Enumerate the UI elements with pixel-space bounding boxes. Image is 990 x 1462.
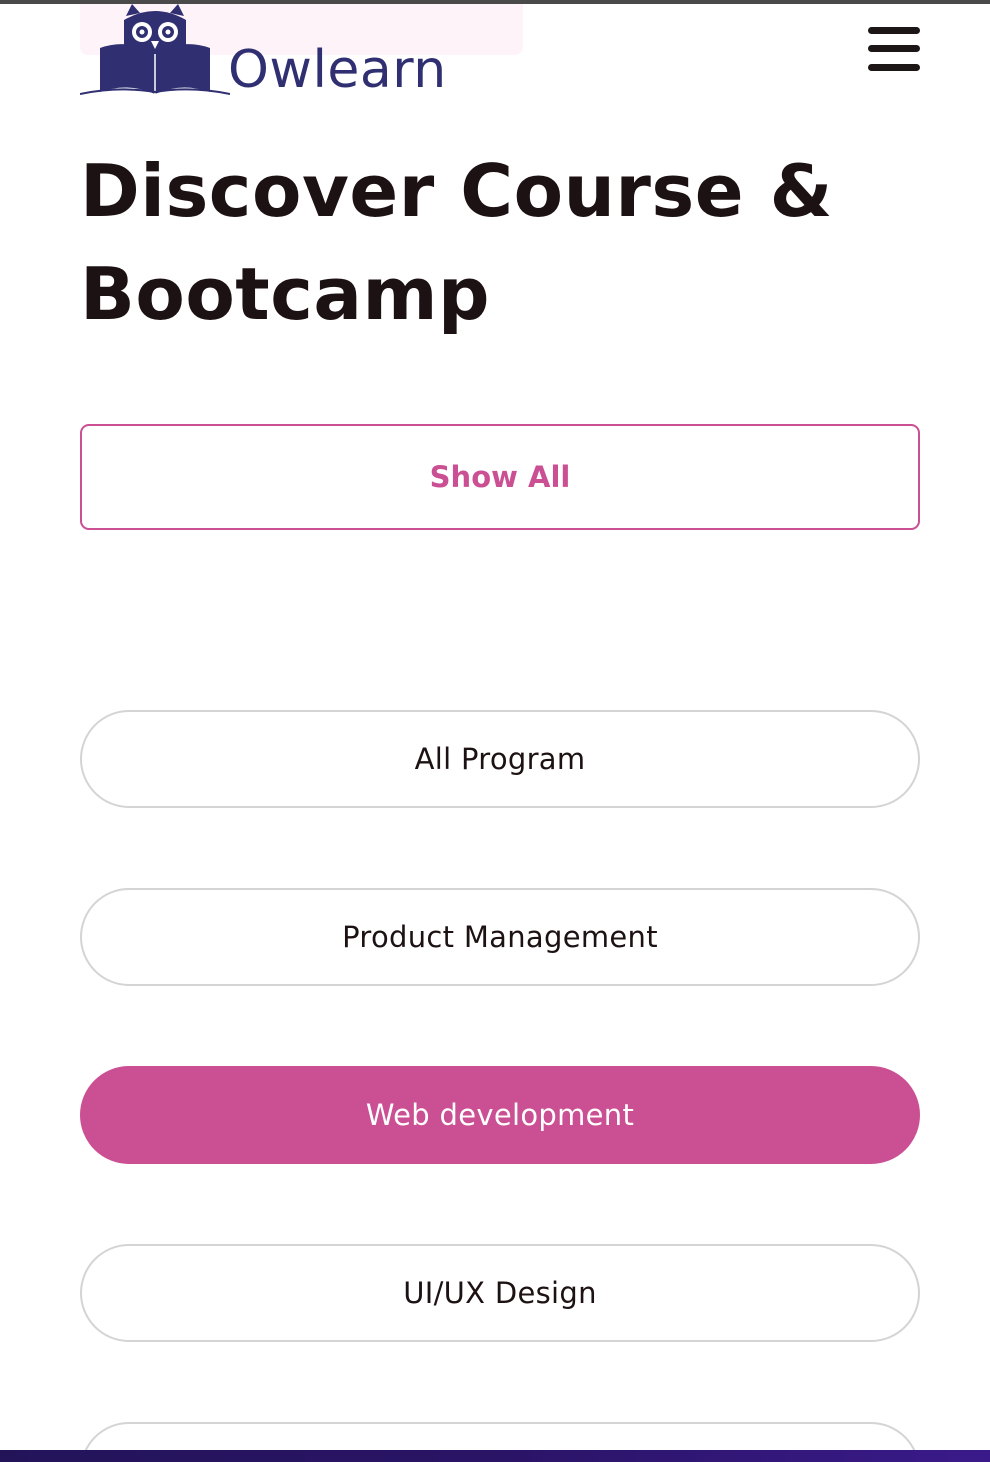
menu-line bbox=[868, 27, 920, 34]
category-product-management[interactable]: Product Management bbox=[80, 888, 920, 986]
category-all-program[interactable]: All Program bbox=[80, 710, 920, 808]
title-line-2: Bootcamp bbox=[80, 252, 491, 336]
page: Owlearn Discover Course & Bootcamp Show … bbox=[0, 0, 990, 1462]
category-label: All Program bbox=[414, 742, 586, 776]
bottom-bar bbox=[0, 1450, 990, 1462]
menu-line bbox=[868, 64, 920, 71]
brand-name: Owlearn bbox=[228, 40, 447, 100]
page-title: Discover Course & Bootcamp bbox=[80, 140, 900, 346]
brand-logo[interactable]: Owlearn bbox=[80, 4, 480, 100]
show-all-button[interactable]: Show All bbox=[80, 424, 920, 530]
category-ui-ux-design[interactable]: UI/UX Design bbox=[80, 1244, 920, 1342]
show-all-label: Show All bbox=[429, 460, 571, 494]
category-label: Product Management bbox=[342, 920, 658, 954]
owl-book-icon bbox=[80, 4, 230, 95]
category-web-development[interactable]: Web development bbox=[80, 1066, 920, 1164]
menu-line bbox=[868, 45, 920, 52]
title-line-1: Discover Course & bbox=[80, 149, 833, 233]
hamburger-menu-icon[interactable] bbox=[862, 24, 926, 78]
category-label: UI/UX Design bbox=[403, 1276, 597, 1310]
category-label: Web development bbox=[365, 1098, 635, 1132]
